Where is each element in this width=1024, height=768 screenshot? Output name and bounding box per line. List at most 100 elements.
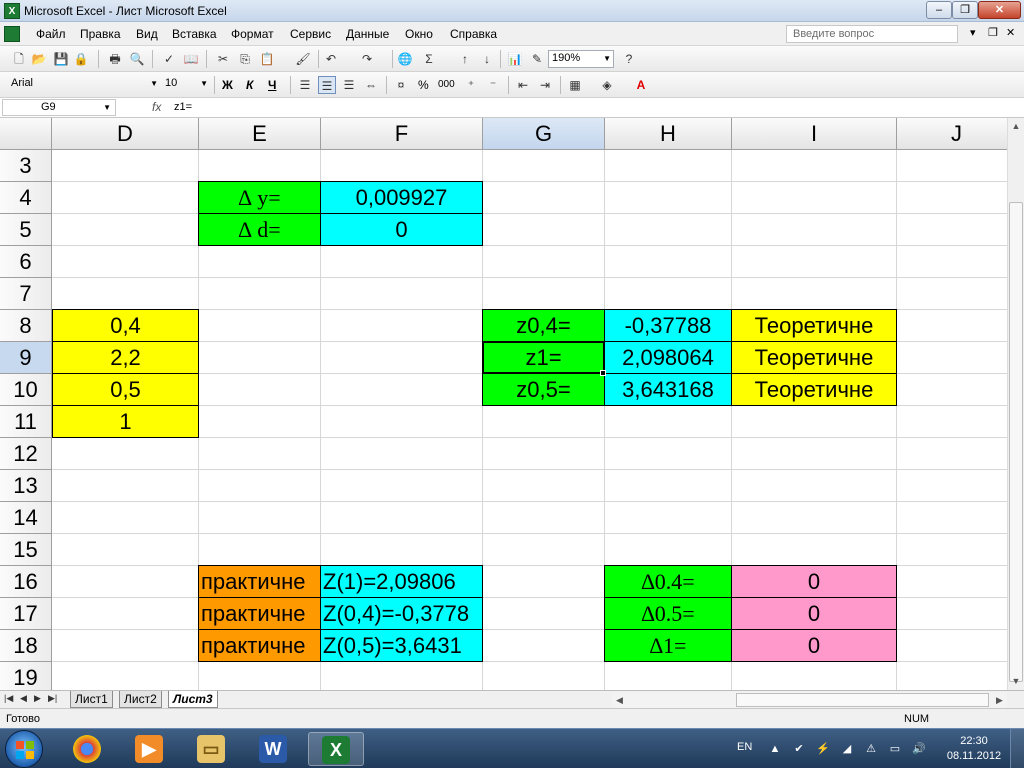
- cell-f17[interactable]: Z(0,4)=-0,3778: [320, 597, 483, 630]
- cell-e18[interactable]: практичне: [198, 629, 321, 662]
- tray-network-icon[interactable]: ◢: [840, 742, 854, 756]
- menu-format[interactable]: Формат: [231, 27, 274, 41]
- chevron-down-icon[interactable]: ▼: [150, 76, 158, 92]
- cell-f5[interactable]: 0: [320, 213, 483, 246]
- row-header-11[interactable]: 11: [0, 406, 52, 438]
- drawing-icon[interactable]: ✎: [528, 50, 546, 68]
- chevron-down-icon[interactable]: ▼: [103, 100, 111, 115]
- next-sheet-icon[interactable]: ▶: [34, 693, 41, 704]
- row-header-5[interactable]: 5: [0, 214, 52, 246]
- maximize-button[interactable]: ❐: [952, 1, 978, 19]
- menu-data[interactable]: Данные: [346, 27, 389, 41]
- row-header-4[interactable]: 4: [0, 182, 52, 214]
- cell-e4[interactable]: ∆ y=: [198, 181, 321, 214]
- column-header-i[interactable]: I: [732, 118, 897, 150]
- row-header-15[interactable]: 15: [0, 534, 52, 566]
- cell-e5[interactable]: ∆ d=: [198, 213, 321, 246]
- hscroll-thumb[interactable]: [736, 693, 989, 707]
- permission-icon[interactable]: 🔒: [72, 50, 90, 68]
- taskbar-media-player[interactable]: ▶: [122, 732, 178, 766]
- new-icon[interactable]: 🗋: [10, 50, 28, 68]
- clock-time[interactable]: 22:30: [954, 735, 994, 747]
- align-center-icon[interactable]: ☰: [318, 76, 336, 94]
- tray-volume-icon[interactable]: 🔊: [912, 742, 926, 756]
- tray-security-icon[interactable]: ✔: [792, 742, 806, 756]
- menu-file[interactable]: Файл: [36, 27, 66, 41]
- chart-wizard-icon[interactable]: 📊: [506, 50, 524, 68]
- scroll-up-icon[interactable]: ▲: [1008, 118, 1024, 135]
- column-header-g[interactable]: G: [483, 118, 605, 150]
- save-icon[interactable]: 💾: [52, 50, 70, 68]
- column-header-j[interactable]: J: [897, 118, 1007, 150]
- show-desktop-button[interactable]: [1010, 729, 1024, 768]
- help-icon[interactable]: ?: [620, 50, 638, 68]
- spelling-icon[interactable]: ✓: [160, 50, 178, 68]
- menu-tools[interactable]: Сервис: [290, 27, 331, 41]
- row-header-7[interactable]: 7: [0, 278, 52, 310]
- menu-help[interactable]: Справка: [450, 27, 497, 41]
- copy-icon[interactable]: ⎘: [236, 50, 254, 68]
- scroll-down-icon[interactable]: ▼: [1008, 673, 1024, 690]
- row-header-8[interactable]: 8: [0, 310, 52, 342]
- font-color-icon[interactable]: A: [632, 76, 650, 94]
- row-header-12[interactable]: 12: [0, 438, 52, 470]
- cell-i8[interactable]: Теоретичне: [731, 309, 897, 342]
- merge-center-icon[interactable]: ⇔: [362, 76, 380, 94]
- row-header-17[interactable]: 17: [0, 598, 52, 630]
- sheet-tab-2[interactable]: Лист2: [119, 691, 162, 708]
- insert-function-icon[interactable]: fx: [152, 100, 161, 114]
- row-header-13[interactable]: 13: [0, 470, 52, 502]
- language-indicator[interactable]: EN: [737, 741, 752, 753]
- tray-monitor-icon[interactable]: ▭: [888, 742, 902, 756]
- cell-h8[interactable]: -0,37788: [604, 309, 732, 342]
- cell-e16[interactable]: практичне: [198, 565, 321, 598]
- menu-insert[interactable]: Вставка: [172, 27, 217, 41]
- name-box[interactable]: G9 ▼: [2, 99, 116, 116]
- cell-h10[interactable]: 3,643168: [604, 373, 732, 406]
- tray-arrow-icon[interactable]: ▲: [768, 742, 782, 756]
- row-header-10[interactable]: 10: [0, 374, 52, 406]
- underline-button[interactable]: Ч: [268, 76, 276, 94]
- font-select[interactable]: Arial ▼: [8, 76, 160, 94]
- open-icon[interactable]: 📂: [30, 50, 48, 68]
- thousands-button[interactable]: 000: [438, 76, 455, 94]
- cell-g9[interactable]: z1=: [482, 341, 605, 374]
- increase-decimal-icon[interactable]: ⁺: [462, 76, 480, 94]
- decrease-indent-icon[interactable]: ⇤: [514, 76, 532, 94]
- close-icon[interactable]: ✕: [1006, 26, 1015, 39]
- print-icon[interactable]: 🖶: [106, 50, 124, 68]
- row-header-9[interactable]: 9: [0, 342, 52, 374]
- decrease-decimal-icon[interactable]: ⁻: [484, 76, 502, 94]
- research-icon[interactable]: 📖: [182, 50, 200, 68]
- cell-e17[interactable]: практичне: [198, 597, 321, 630]
- sheet-tab-1[interactable]: Лист1: [70, 691, 113, 708]
- italic-button[interactable]: К: [246, 76, 253, 94]
- print-preview-icon[interactable]: 🔍: [128, 50, 146, 68]
- first-sheet-icon[interactable]: |◀: [4, 693, 13, 704]
- cell-f18[interactable]: Z(0,5)=3,6431: [320, 629, 483, 662]
- font-size-select[interactable]: 10 ▼: [162, 76, 210, 94]
- cell-i16[interactable]: 0: [731, 565, 897, 598]
- bold-button[interactable]: Ж: [222, 76, 233, 94]
- horizontal-scrollbar[interactable]: ◀ ▶: [612, 692, 1007, 708]
- cell-d11[interactable]: 1: [52, 405, 199, 438]
- scroll-left-icon[interactable]: ◀: [616, 692, 623, 708]
- scroll-thumb[interactable]: [1009, 202, 1023, 682]
- menu-edit[interactable]: Правка: [80, 27, 121, 41]
- align-left-icon[interactable]: ☰: [296, 76, 314, 94]
- currency-icon[interactable]: ¤: [392, 76, 410, 94]
- workbook-icon[interactable]: [4, 26, 20, 42]
- taskbar-chrome[interactable]: [60, 732, 116, 766]
- hyperlink-icon[interactable]: 🌐: [396, 50, 414, 68]
- cell-i18[interactable]: 0: [731, 629, 897, 662]
- fill-color-icon[interactable]: ◈: [598, 76, 616, 94]
- taskbar-word[interactable]: W: [246, 732, 302, 766]
- row-header-19[interactable]: 19: [0, 662, 52, 690]
- sort-ascending-icon[interactable]: ↑: [456, 50, 474, 68]
- cell-g10[interactable]: z0,5=: [482, 373, 605, 406]
- chevron-down-icon[interactable]: ▾: [970, 26, 976, 39]
- cell-d8[interactable]: 0,4: [52, 309, 199, 342]
- column-header-d[interactable]: D: [52, 118, 199, 150]
- zoom-select[interactable]: 190% ▼: [548, 50, 614, 68]
- align-right-icon[interactable]: ☰: [340, 76, 358, 94]
